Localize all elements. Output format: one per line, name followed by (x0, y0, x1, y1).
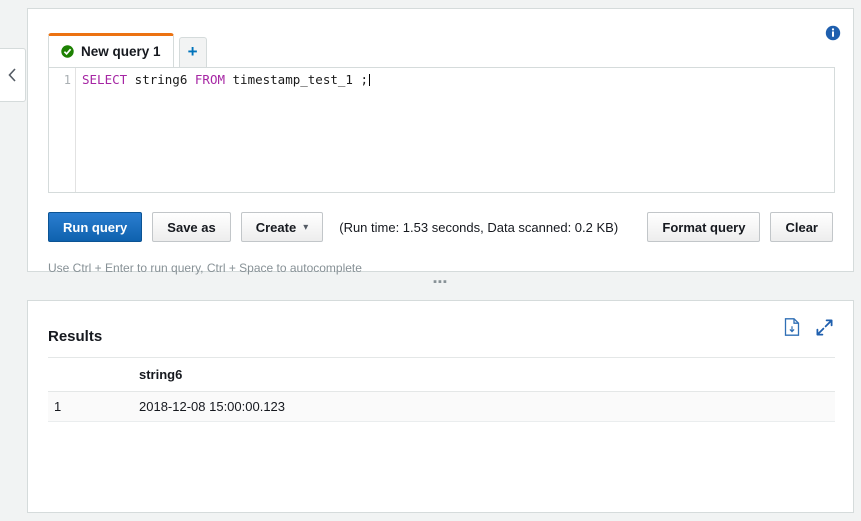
format-query-button[interactable]: Format query (647, 212, 761, 242)
results-header-index (48, 357, 137, 392)
results-table-body: 1 2018-12-08 15:00:00.123 (48, 391, 835, 422)
sql-editor[interactable]: 1 SELECT string6 FROM timestamp_test_1 ; (48, 67, 835, 193)
sql-keyword-from: FROM (194, 72, 225, 87)
splitter-grip-icon: ▪▪▪ (433, 276, 448, 288)
panel-splitter[interactable]: ▪▪▪ (27, 274, 854, 290)
results-table-head: string6 (48, 357, 835, 392)
query-tab-new-query-1[interactable]: New query 1 (48, 33, 174, 67)
expand-diagonal-icon[interactable] (816, 319, 833, 339)
create-button[interactable]: Create ▾ (240, 212, 324, 242)
chevron-down-icon: ▾ (303, 221, 309, 233)
results-toolbar (784, 318, 833, 339)
sql-keyword-select: SELECT (82, 72, 128, 87)
results-table: string6 1 2018-12-08 15:00:00.123 (48, 357, 835, 422)
editor-code-line[interactable]: SELECT string6 FROM timestamp_test_1 ; (76, 68, 834, 192)
editor-gutter-line-number: 1 (49, 68, 76, 192)
row-string6-cell: 2018-12-08 15:00:00.123 (137, 391, 835, 422)
clear-button[interactable]: Clear (770, 212, 833, 242)
query-actions-row: Run query Save as Create ▾ (Run time: 1.… (48, 212, 833, 242)
sidebar-collapse-handle[interactable] (0, 48, 26, 102)
table-row[interactable]: 1 2018-12-08 15:00:00.123 (48, 391, 835, 422)
query-tab-label: New query 1 (81, 44, 161, 59)
chevron-left-icon (8, 68, 16, 82)
info-circle-icon[interactable] (825, 25, 841, 41)
results-header-row: string6 (48, 357, 835, 392)
sql-column-name: string6 (127, 72, 195, 87)
run-query-button[interactable]: Run query (48, 212, 143, 242)
save-as-button[interactable]: Save as (152, 212, 231, 242)
run-statistics-text: (Run time: 1.53 seconds, Data scanned: 0… (339, 219, 619, 235)
keyboard-shortcut-hint: Use Ctrl + Enter to run query, Ctrl + Sp… (48, 261, 362, 275)
download-file-icon[interactable] (784, 318, 800, 339)
query-tab-strip: New query 1 + (48, 33, 207, 67)
add-query-tab-button[interactable]: + (178, 37, 207, 67)
query-editor-panel: New query 1 + 1 SELECT string6 FROM time… (27, 8, 854, 275)
text-caret (369, 74, 370, 86)
row-index-cell: 1 (48, 391, 137, 422)
results-panel: Results string6 1 2018-12-08 15:00:00.12… (27, 300, 854, 513)
results-title: Results (48, 328, 103, 345)
results-header-string6: string6 (137, 357, 835, 392)
sql-table-name: timestamp_test_1 ; (225, 72, 368, 87)
create-button-label: Create (255, 219, 297, 235)
check-circle-icon (61, 45, 74, 58)
